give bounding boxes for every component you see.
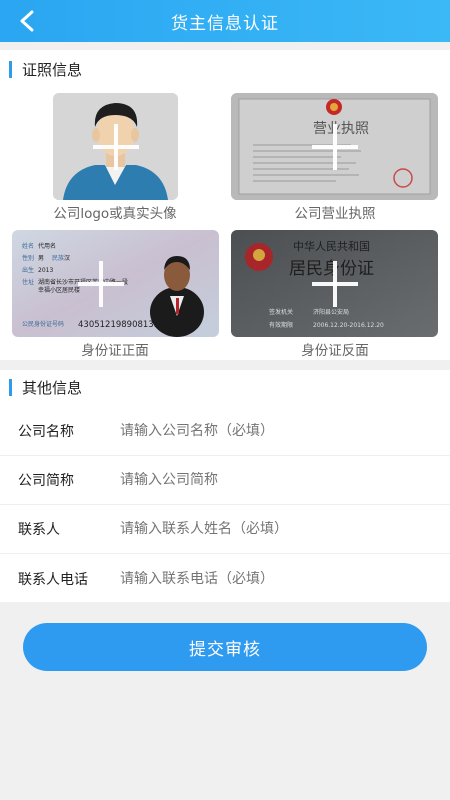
add-photo-icon [311, 260, 358, 307]
svg-text:中华人民共和国: 中华人民共和国 [293, 239, 370, 253]
avatar-caption: 公司logo或真实头像 [53, 206, 177, 222]
company-short-name-row: 公司简称 [0, 456, 450, 505]
id-front-caption: 身份证正面 [81, 343, 149, 359]
svg-text:汉: 汉 [64, 254, 70, 262]
contact-phone-label: 联系人电话 [18, 571, 88, 588]
id-front-upload-card[interactable]: 姓名 性别 民族 出生 住址 公民身份证号码 代用名 男 汉 2013 湖南省长… [12, 230, 219, 337]
company-name-label: 公司名称 [18, 424, 74, 440]
company-name-row: 公司名称 [0, 407, 450, 456]
submit-review-button[interactable]: 提交审核 [23, 623, 427, 671]
contact-phone-row: 联系人电话 [0, 554, 450, 603]
license-section-title: 证照信息 [9, 59, 82, 79]
svg-text:姓名: 姓名 [22, 242, 34, 250]
id-back-upload-card[interactable]: 中华人民共和国 居民身份证 签发机关 济阳县公安局 有效期限 2006.12.2… [231, 230, 438, 337]
svg-text:男: 男 [38, 255, 44, 262]
other-info-section: 其他信息 公司名称 公司简称 联系人 联系人电话 [0, 370, 450, 602]
svg-text:出生: 出生 [22, 266, 34, 274]
svg-text:签发机关: 签发机关 [269, 308, 293, 316]
add-photo-icon [92, 123, 139, 170]
contact-phone-input[interactable] [120, 570, 420, 587]
section-accent-bar [9, 60, 12, 78]
license-section: 证照信息 公司logo或真实头像 营业执照 公司营业执照 姓名 性别 民族 出生… [0, 50, 450, 360]
company-name-input[interactable] [120, 423, 420, 439]
svg-text:济阳县公安局: 济阳县公安局 [313, 308, 349, 316]
svg-text:住址: 住址 [22, 278, 34, 286]
avatar-upload-card[interactable] [53, 93, 178, 200]
header-bar: 货主信息认证 [0, 0, 450, 42]
svg-text:有效期限: 有效期限 [269, 321, 293, 329]
chevron-left-icon [20, 10, 34, 32]
company-short-name-input[interactable] [120, 472, 420, 488]
business-license-upload-card[interactable]: 营业执照 [231, 93, 438, 200]
company-short-name-label: 公司简称 [18, 473, 74, 489]
page-title: 货主信息认证 [171, 13, 279, 34]
add-photo-icon [311, 123, 358, 170]
id-back-caption: 身份证反面 [301, 343, 369, 359]
other-section-title: 其他信息 [9, 377, 82, 397]
contact-name-label: 联系人 [18, 522, 60, 538]
section-accent-bar [9, 378, 12, 396]
contact-name-input[interactable] [120, 521, 420, 537]
svg-text:民族: 民族 [52, 254, 64, 262]
add-photo-icon [78, 260, 124, 307]
svg-text:2006.12.20-2016.12.20: 2006.12.20-2016.12.20 [313, 322, 384, 329]
svg-text:幸福小区居民楼: 幸福小区居民楼 [38, 286, 80, 294]
svg-text:代用名: 代用名 [38, 242, 56, 250]
svg-text:性别: 性别 [22, 254, 34, 262]
back-button[interactable] [12, 6, 42, 36]
svg-text:公民身份证号码: 公民身份证号码 [22, 320, 64, 328]
svg-text:2013: 2013 [38, 267, 53, 274]
business-license-caption: 公司营业执照 [294, 206, 376, 222]
contact-name-row: 联系人 [0, 505, 450, 554]
